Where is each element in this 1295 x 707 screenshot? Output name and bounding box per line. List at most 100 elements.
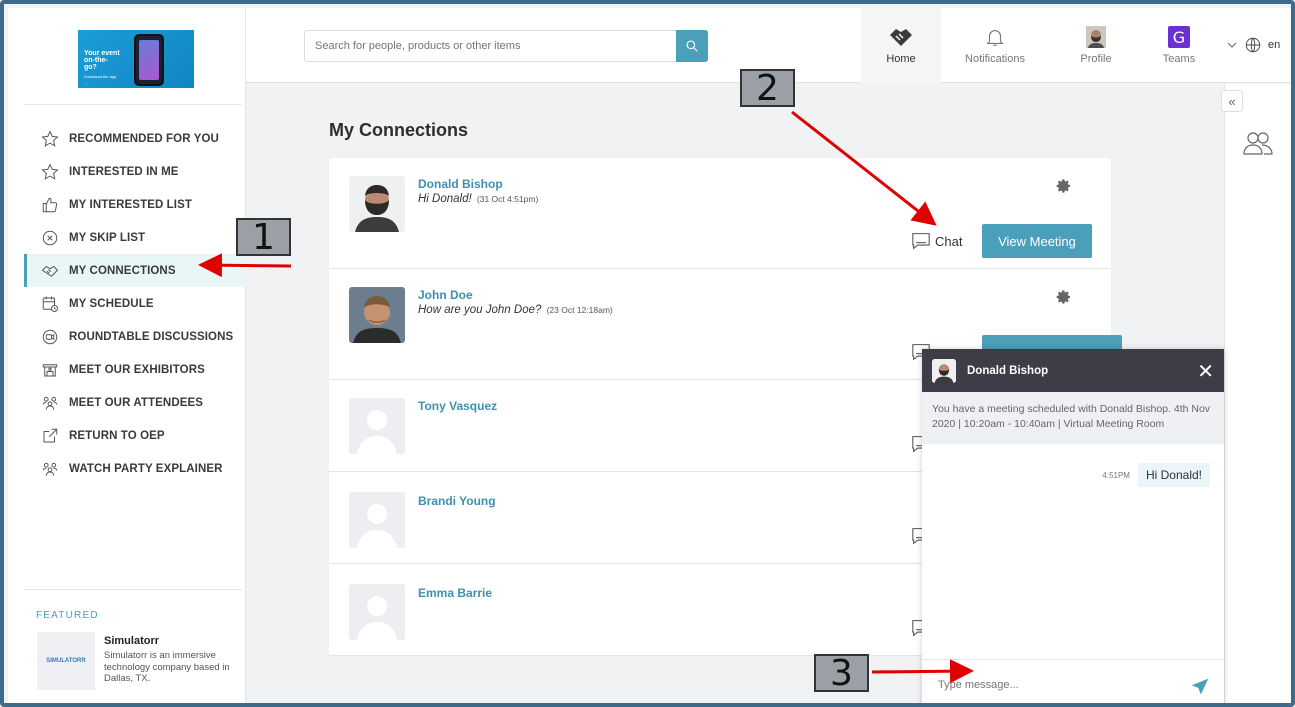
featured-label: FEATURED xyxy=(36,610,99,621)
sidebar-item-label: RECOMMENDED FOR YOU xyxy=(69,132,219,145)
search-input[interactable] xyxy=(305,31,665,61)
chat-panel: Donald Bishop ✕ You have a meeting sched… xyxy=(922,349,1224,703)
nav-notifications-label: Notifications xyxy=(965,53,1025,65)
avatar[interactable] xyxy=(349,398,405,454)
sidebar-item-interested-list[interactable]: MY INTERESTED LIST xyxy=(24,188,246,221)
nav-teams[interactable]: G Teams xyxy=(1139,8,1219,83)
gear-icon[interactable] xyxy=(1056,178,1072,199)
search-box xyxy=(304,30,708,62)
star-icon xyxy=(40,162,59,181)
last-message-text: Hi Donald! xyxy=(418,193,472,205)
language-selector[interactable]: en xyxy=(1226,36,1280,54)
featured-title[interactable]: Simulatorr xyxy=(104,635,159,647)
promo-headline: Your event on-the-go? xyxy=(84,50,120,71)
sidebar-item-label: ROUNDTABLE DISCUSSIONS xyxy=(69,330,234,343)
sidebar-item-schedule[interactable]: MY SCHEDULE xyxy=(24,287,246,320)
collapse-button[interactable]: « xyxy=(1221,90,1243,112)
chat-icon xyxy=(912,233,930,250)
sidebar-item-return-oep[interactable]: RETURN TO OEP xyxy=(24,419,246,452)
last-message-time: (31 Oct 4:51pm) xyxy=(476,194,539,204)
promo-sub: Download the app → xyxy=(84,74,117,86)
chat-label: Chat xyxy=(935,233,963,249)
avatar[interactable] xyxy=(349,584,405,640)
annotation-marker-2: 2 xyxy=(740,68,795,109)
chat-input-bar xyxy=(922,659,1224,703)
sidebar-item-connections[interactable]: MY CONNECTIONS xyxy=(24,254,246,287)
chevron-down-icon xyxy=(1227,42,1237,48)
handshake-icon xyxy=(40,261,59,280)
phone-image xyxy=(134,34,164,86)
right-rail: « xyxy=(1221,84,1291,703)
app-frame: Your event on-the-go? Download the app → … xyxy=(0,0,1295,707)
sidebar-item-label: MY CONNECTIONS xyxy=(69,264,176,277)
meeting-notice: You have a meeting scheduled with Donald… xyxy=(922,392,1224,444)
sidebar-item-label: MY INTERESTED LIST xyxy=(69,198,192,211)
sidebar-item-attendees[interactable]: MEET OUR ATTENDEES xyxy=(24,386,246,419)
people-icon[interactable] xyxy=(1243,130,1273,161)
sidebar-item-watch-party[interactable]: WATCH PARTY EXPLAINER xyxy=(24,452,246,485)
sidebar-item-label: INTERESTED IN ME xyxy=(69,165,179,178)
external-link-icon xyxy=(40,426,59,445)
last-message: Hi Donald! (31 Oct 4:51pm) xyxy=(418,193,538,205)
chat-contact-name: Donald Bishop xyxy=(967,364,1049,377)
sidebar-item-label: WATCH PARTY EXPLAINER xyxy=(69,462,223,475)
connection-name[interactable]: Brandi Young xyxy=(418,494,496,508)
nav-home[interactable]: Home xyxy=(861,8,941,83)
chat-message: 4:51PM Hi Donald! xyxy=(1102,463,1210,487)
handshake-icon xyxy=(890,29,912,46)
language-code: en xyxy=(1268,39,1281,51)
bell-icon xyxy=(986,30,1004,46)
connection-name[interactable]: Emma Barrie xyxy=(418,586,492,600)
globe-icon xyxy=(1245,37,1261,53)
calendar-clock-icon xyxy=(40,294,59,313)
sidebar-item-recommended[interactable]: RECOMMENDED FOR YOU xyxy=(24,122,246,155)
connection-card: Donald Bishop Hi Donald! (31 Oct 4:51pm)… xyxy=(329,158,1111,269)
connection-name[interactable]: Tony Vasquez xyxy=(418,399,497,413)
star-icon xyxy=(40,129,59,148)
nav-notifications[interactable]: Notifications xyxy=(950,8,1040,83)
svg-text:G: G xyxy=(1173,28,1185,47)
featured-logo[interactable]: SIMULATORR xyxy=(37,632,95,690)
featured-description: Simulatorr is an immersive technology co… xyxy=(104,650,230,684)
annotation-marker-3: 3 xyxy=(814,653,869,694)
view-meeting-button[interactable]: View Meeting xyxy=(982,224,1092,258)
sidebar-item-roundtable[interactable]: ROUNDTABLE DISCUSSIONS xyxy=(24,320,246,353)
sidebar: Your event on-the-go? Download the app → … xyxy=(8,8,246,703)
divider xyxy=(24,104,242,105)
connection-name[interactable]: John Doe xyxy=(418,288,473,302)
chat-button[interactable]: Chat xyxy=(911,232,962,250)
teams-icon: G xyxy=(1168,26,1190,48)
sidebar-item-label: MEET OUR EXHIBITORS xyxy=(69,363,205,376)
sidebar-item-exhibitors[interactable]: MEET OUR EXHIBITORS xyxy=(24,353,246,386)
sidebar-item-label: RETURN TO OEP xyxy=(69,429,165,442)
video-icon xyxy=(40,327,59,346)
avatar[interactable] xyxy=(349,176,405,232)
avatar[interactable] xyxy=(349,287,405,343)
nav-teams-label: Teams xyxy=(1162,53,1196,65)
booth-icon xyxy=(40,360,59,379)
sidebar-item-skip-list[interactable]: MY SKIP LIST xyxy=(24,221,246,254)
avatar[interactable] xyxy=(349,492,405,548)
last-message-time: (23 Oct 12:18am) xyxy=(546,305,613,315)
sidebar-item-label: MY SKIP LIST xyxy=(69,231,146,244)
sidebar-item-label: MY SCHEDULE xyxy=(69,297,154,310)
message-time: 4:51PM xyxy=(1102,470,1130,480)
send-icon[interactable] xyxy=(1190,677,1210,702)
sidebar-item-interested-in-me[interactable]: INTERESTED IN ME xyxy=(24,155,246,188)
search-button[interactable] xyxy=(676,30,708,62)
page-title: My Connections xyxy=(329,120,469,140)
nav-home-label: Home xyxy=(886,53,916,65)
search-icon xyxy=(686,40,698,52)
sidebar-item-label: MEET OUR ATTENDEES xyxy=(69,396,204,409)
promo-banner[interactable]: Your event on-the-go? Download the app → xyxy=(78,30,194,88)
gear-icon[interactable] xyxy=(1056,289,1072,310)
x-circle-icon xyxy=(40,228,59,247)
avatar xyxy=(932,358,956,383)
double-chevron-left-icon: « xyxy=(1228,93,1236,109)
close-icon[interactable]: ✕ xyxy=(1197,359,1214,384)
featured-logo-text: SIMULATORR xyxy=(46,658,86,664)
message-input[interactable] xyxy=(922,660,1162,703)
nav-profile[interactable]: Profile xyxy=(1056,8,1136,83)
connection-name[interactable]: Donald Bishop xyxy=(418,177,503,191)
last-message-text: How are you John Doe? xyxy=(418,304,542,316)
